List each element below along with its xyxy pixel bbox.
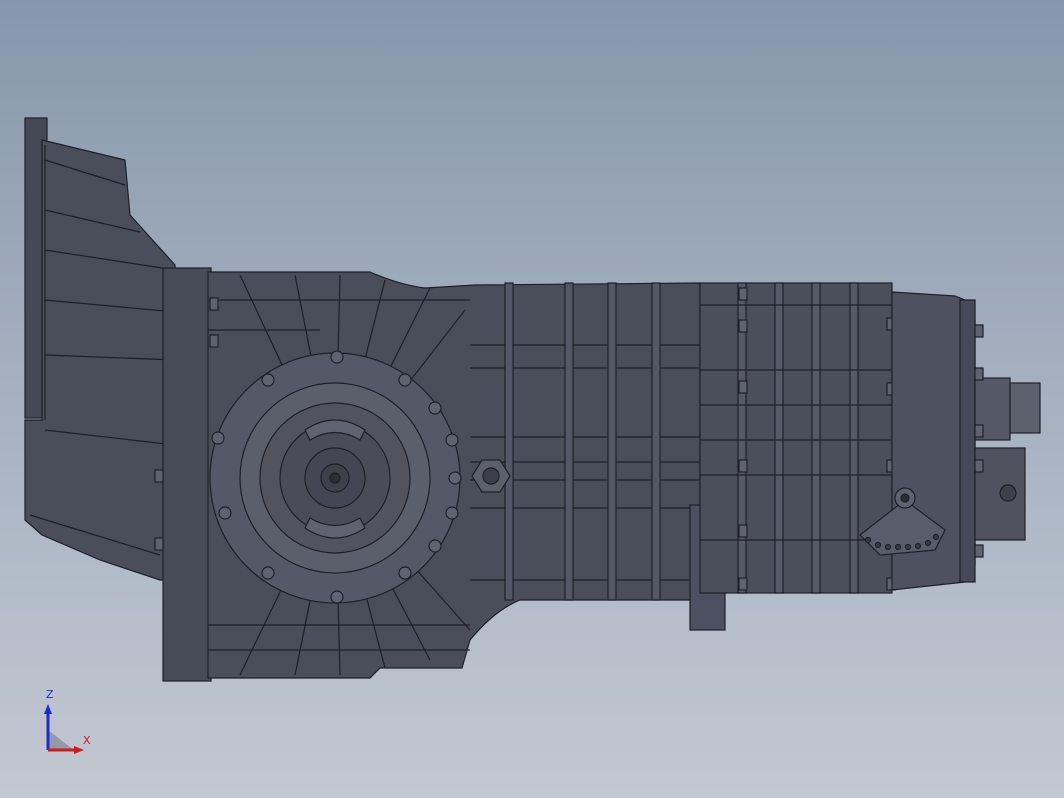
z-axis-label: Z: [46, 688, 54, 701]
triad-plane: [48, 730, 74, 750]
cad-viewport[interactable]: Z X: [0, 0, 1064, 798]
axis-triad: Z X: [30, 688, 110, 760]
rear-case: [699, 282, 896, 594]
x-axis-label: X: [83, 734, 91, 747]
bell-housing: [24, 117, 181, 581]
gearbox-model[interactable]: [0, 0, 1064, 798]
